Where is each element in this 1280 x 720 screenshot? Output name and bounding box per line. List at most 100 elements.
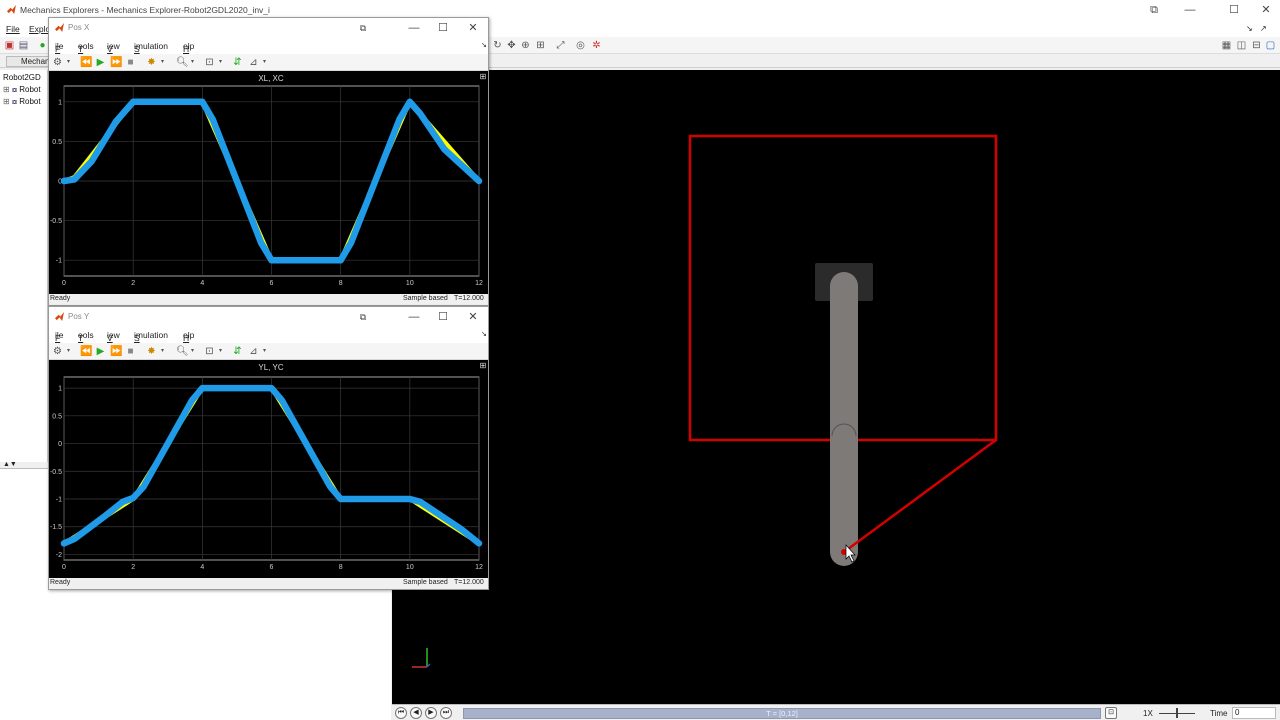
triggers-icon[interactable]: ⇵	[232, 346, 243, 357]
scope-x-toolbar: ⚙ ▾ ⏪ ▶ ⏩ ■ ✸ ▾ 🔍︎ ▾ ⊡ ▾ ⇵ ⊿ ▾	[49, 54, 488, 71]
settings-gear-icon[interactable]: ⚙	[52, 346, 63, 357]
run-icon[interactable]: ▶	[95, 57, 106, 68]
scope-y-plot-area[interactable]: YL, YC ⊞ 0 2 4 6 8 10 12 1 0.5 0 -0.5 -1 -1.5 -2	[49, 360, 488, 578]
settings-icon[interactable]: ✲	[591, 40, 602, 51]
undock-arrow-icon[interactable]: ↘	[481, 330, 487, 338]
step-forward-icon[interactable]: ⏩	[110, 57, 122, 68]
cursor-measure-icon[interactable]: ⊿	[248, 346, 259, 357]
zoom-icon[interactable]: 🔍︎	[176, 346, 189, 357]
status-time: T=12.000	[454, 295, 484, 302]
cursor-measure-icon[interactable]: ⊿	[248, 57, 259, 68]
layout-horizontal-icon[interactable]: ⊟	[1251, 40, 1262, 51]
y-tick-label: 0	[58, 441, 62, 448]
tree-item-robot-2[interactable]: ⊞ ⧇ Robot	[3, 97, 41, 107]
scope-y-chart: YL, YC ⊞ 0 2 4 6 8 10 12 1 0.5 0 -0.5 -1 -1.5 -2	[50, 361, 487, 571]
dock-icon[interactable]: ⧉	[1140, 2, 1168, 18]
loop-icon[interactable]: ⊡	[1105, 707, 1117, 719]
expand-plot-icon[interactable]: ⊞	[480, 72, 487, 81]
menu-file[interactable]: File	[55, 41, 64, 54]
menu-file[interactable]: File	[55, 330, 64, 343]
skip-forward-icon[interactable]: ⏭	[440, 707, 452, 719]
camera-icon[interactable]: ◎	[575, 40, 586, 51]
tree-item-robot-1[interactable]: ⊞ ⧇ Robot	[3, 85, 41, 95]
undock-arrow-icon[interactable]: ↘	[481, 41, 487, 49]
step-back-icon[interactable]: ◀	[410, 707, 422, 719]
minimize-button[interactable]: —	[400, 309, 428, 325]
scale-axes-icon[interactable]: ⊡	[204, 346, 215, 357]
x-tick-label: 8	[339, 280, 343, 287]
model-icon[interactable]: ▣	[4, 40, 15, 51]
tree-icon[interactable]: ▤	[18, 40, 29, 51]
chevron-down-icon[interactable]: ▾	[157, 57, 168, 68]
x-tick-label: 6	[270, 564, 274, 571]
status-mode: Sample based	[403, 295, 448, 302]
chevron-down-icon[interactable]: ▾	[187, 57, 198, 68]
splitter-arrows-icon[interactable]: ▲▼	[3, 461, 17, 468]
layout-vertical-icon[interactable]: ◫	[1236, 40, 1247, 51]
chevron-down-icon[interactable]: ▾	[63, 57, 74, 68]
zoom-box-icon[interactable]: ⊞	[535, 40, 546, 51]
scale-axes-icon[interactable]: ⊡	[204, 57, 215, 68]
maximize-button[interactable]: ☐	[429, 309, 457, 325]
status-time: T=12.000	[454, 579, 484, 586]
minimize-button[interactable]: —	[400, 20, 428, 36]
menu-view[interactable]: View	[107, 330, 120, 343]
run-icon[interactable]: ●	[37, 40, 48, 51]
menu-help[interactable]: Help	[183, 330, 194, 343]
y-tick-label: -0.5	[50, 469, 62, 476]
chevron-down-icon[interactable]: ▾	[63, 346, 74, 357]
chevron-down-icon[interactable]: ▾	[259, 346, 270, 357]
menu-tools[interactable]: Tools	[78, 41, 94, 54]
skip-back-icon[interactable]: ⏮	[395, 707, 407, 719]
settings-gear-icon[interactable]: ⚙	[52, 57, 63, 68]
rotate-icon[interactable]: ↻	[492, 40, 503, 51]
fit-icon[interactable]: ⤢	[555, 40, 566, 51]
zoom-icon[interactable]: 🔍︎	[176, 57, 189, 68]
close-button[interactable]: ✕	[459, 309, 487, 325]
tree-item-root[interactable]: Robot2GD	[3, 73, 41, 82]
chevron-down-icon[interactable]: ▾	[157, 346, 168, 357]
dock-icon[interactable]: ⧉	[349, 20, 377, 36]
mechanics-3d-viewport[interactable]	[392, 70, 1280, 704]
minimize-button[interactable]: —	[1176, 2, 1204, 18]
menu-simulation[interactable]: Simulation	[134, 41, 168, 54]
highlight-icon[interactable]: ✸	[146, 346, 157, 357]
maximize-button[interactable]: ☐	[1220, 2, 1248, 18]
chevron-down-icon[interactable]: ▾	[187, 346, 198, 357]
chevron-down-icon[interactable]: ▾	[215, 57, 226, 68]
step-back-icon[interactable]: ⏪	[80, 57, 92, 68]
scope-x-plot-area[interactable]: XL, XC ⊞ 0 2 4 6 8 10 12 1 0.5 0 -0.5 -1	[49, 71, 488, 294]
zoom-in-icon[interactable]: ⊕	[520, 40, 531, 51]
menu-help[interactable]: Help	[183, 41, 194, 54]
chevron-down-icon[interactable]: ▾	[215, 346, 226, 357]
run-icon[interactable]: ▶	[95, 346, 106, 357]
menu-view[interactable]: View	[107, 41, 120, 54]
time-field[interactable]: 0	[1232, 707, 1276, 719]
maximize-button[interactable]: ☐	[429, 20, 457, 36]
menu-tools[interactable]: Tools	[78, 330, 94, 343]
close-button[interactable]: ✕	[459, 20, 487, 36]
close-button[interactable]: ✕	[1252, 2, 1280, 18]
dock-icon[interactable]: ⧉	[349, 309, 377, 325]
triggers-icon[interactable]: ⇵	[232, 57, 243, 68]
x-tick-label: 8	[339, 564, 343, 571]
undock-arrow-icon[interactable]: ↘	[1246, 24, 1253, 33]
play-icon[interactable]: ▶	[425, 707, 437, 719]
chevron-down-icon[interactable]: ▾	[259, 57, 270, 68]
scope-y-menubar: File Tools View Simulation Help ↘	[49, 327, 488, 343]
step-back-icon[interactable]: ⏪	[80, 346, 92, 357]
pan-icon[interactable]: ✥	[506, 40, 517, 51]
layout-single-icon[interactable]: ▦	[1221, 40, 1232, 51]
speed-slider-thumb[interactable]	[1176, 708, 1178, 718]
timeline-slider[interactable]: T = [0,12]	[463, 708, 1101, 719]
highlight-icon[interactable]: ✸	[146, 57, 157, 68]
expand-plot-icon[interactable]: ⊞	[480, 361, 487, 370]
dock-arrow-icon[interactable]: ↗	[1260, 24, 1267, 33]
stop-icon[interactable]: ■	[125, 57, 136, 68]
menu-file[interactable]: File	[6, 24, 20, 34]
step-forward-icon[interactable]: ⏩	[110, 346, 122, 357]
layout-quad-icon[interactable]: ▢	[1265, 40, 1276, 51]
status-mode: Sample based	[403, 579, 448, 586]
stop-icon[interactable]: ■	[125, 346, 136, 357]
menu-simulation[interactable]: Simulation	[134, 330, 168, 343]
